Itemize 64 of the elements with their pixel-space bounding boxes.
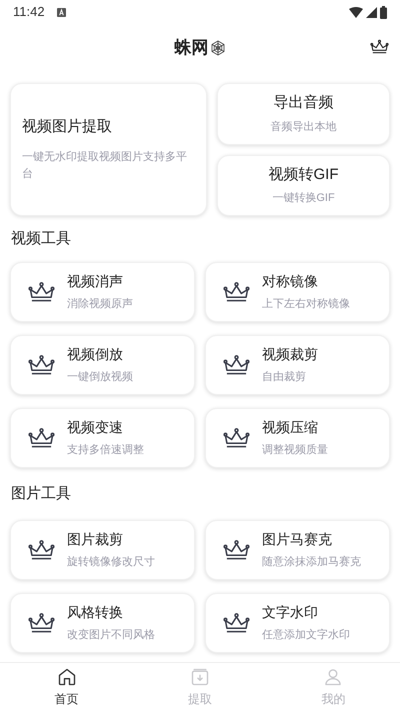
tool-card[interactable]: 图片马赛克 随意涂抹添加马赛克 [205, 520, 390, 580]
tool-subtitle: 旋转镜像修改尺寸 [67, 555, 155, 570]
wifi-icon [349, 6, 363, 18]
crown-icon [223, 354, 250, 376]
tool-subtitle: 自由裁剪 [262, 370, 307, 386]
tool-title: 文字水印 [262, 603, 319, 622]
tool-title: 图片马赛克 [262, 530, 333, 550]
app-title: 蛛网 [174, 37, 208, 60]
tool-card[interactable]: 视频压缩 调整视频质量 [205, 408, 390, 468]
feature-card[interactable]: 视频转GIF 一键转换GIF [217, 154, 390, 216]
status-time: 11:42 [13, 3, 45, 22]
crown-icon [370, 39, 388, 55]
crown-icon [223, 612, 250, 634]
vip-button[interactable] [369, 38, 389, 56]
tool-card[interactable]: 文字水印 任意添加文字水印 [205, 593, 390, 653]
tool-subtitle: 一键倒放视频 [67, 370, 133, 386]
spider-web-icon [210, 40, 226, 56]
feature-title: 导出音频 [274, 93, 334, 114]
tool-card[interactable]: 对称镜像 上下左右对称镜像 [205, 262, 390, 322]
tool-card[interactable]: 风格转换 改变图片不同风格 [10, 593, 195, 653]
feature-title: 视频转GIF [268, 164, 338, 185]
tool-title: 风格转换 [67, 603, 124, 622]
tool-subtitle: 上下左右对称镜像 [262, 297, 350, 312]
tool-title: 对称镜像 [262, 272, 319, 292]
crown-icon [223, 280, 250, 304]
tool-title: 视频裁剪 [262, 345, 318, 364]
home-icon [56, 667, 77, 687]
battery-icon [380, 6, 387, 18]
feature-subtitle: 一键无水印提取视频图片支持多平台 [22, 150, 188, 182]
feature-title: 视频图片提取 [22, 117, 112, 138]
notification-icon [56, 8, 66, 16]
tool-subtitle: 改变图片不同风格 [67, 628, 155, 644]
tool-card[interactable]: 图片裁剪 旋转镜像修改尺寸 [10, 520, 195, 580]
feature-subtitle: 一键转换GIF [272, 191, 335, 206]
crown-icon [28, 354, 55, 376]
crown-icon [223, 538, 250, 562]
tool-title: 视频变速 [67, 418, 124, 438]
signal-icon [366, 6, 377, 18]
tool-title: 图片裁剪 [67, 530, 124, 550]
tool-card[interactable]: 视频变速 支持多倍速调整 [10, 408, 195, 468]
crown-icon [28, 426, 55, 450]
tool-card[interactable]: 视频倒放 一键倒放视频 [10, 335, 195, 395]
crown-icon [223, 426, 250, 450]
tool-subtitle: 消除视频原声 [67, 297, 133, 312]
feature-card[interactable]: 导出音频 音频导出本地 [217, 83, 390, 144]
download-box-icon [190, 667, 210, 687]
tool-subtitle: 随意涂抹添加马赛克 [262, 554, 361, 570]
crown-icon [28, 538, 55, 562]
tool-card[interactable]: 视频裁剪 自由裁剪 [205, 335, 390, 395]
feature-subtitle: 音频导出本地 [270, 120, 336, 135]
crown-icon [28, 612, 55, 634]
feature-card[interactable]: 视频图片提取 一键无水印提取视频图片支持多平台 [10, 83, 207, 216]
tool-card[interactable]: 视频消声 消除视频原声 [10, 262, 195, 322]
tool-title: 视频消声 [67, 272, 124, 292]
nav-tab[interactable]: 首页 [0, 663, 134, 712]
crown-icon [28, 280, 55, 304]
section-title: 图片工具 [11, 484, 71, 504]
tool-subtitle: 支持多倍速调整 [67, 443, 144, 458]
tool-subtitle: 任意添加文字水印 [262, 628, 350, 644]
section-title: 视频工具 [11, 228, 71, 249]
tool-title: 视频倒放 [67, 345, 124, 364]
person-icon [323, 667, 344, 687]
tool-subtitle: 调整视频质量 [262, 443, 328, 458]
tool-title: 视频压缩 [262, 418, 319, 438]
